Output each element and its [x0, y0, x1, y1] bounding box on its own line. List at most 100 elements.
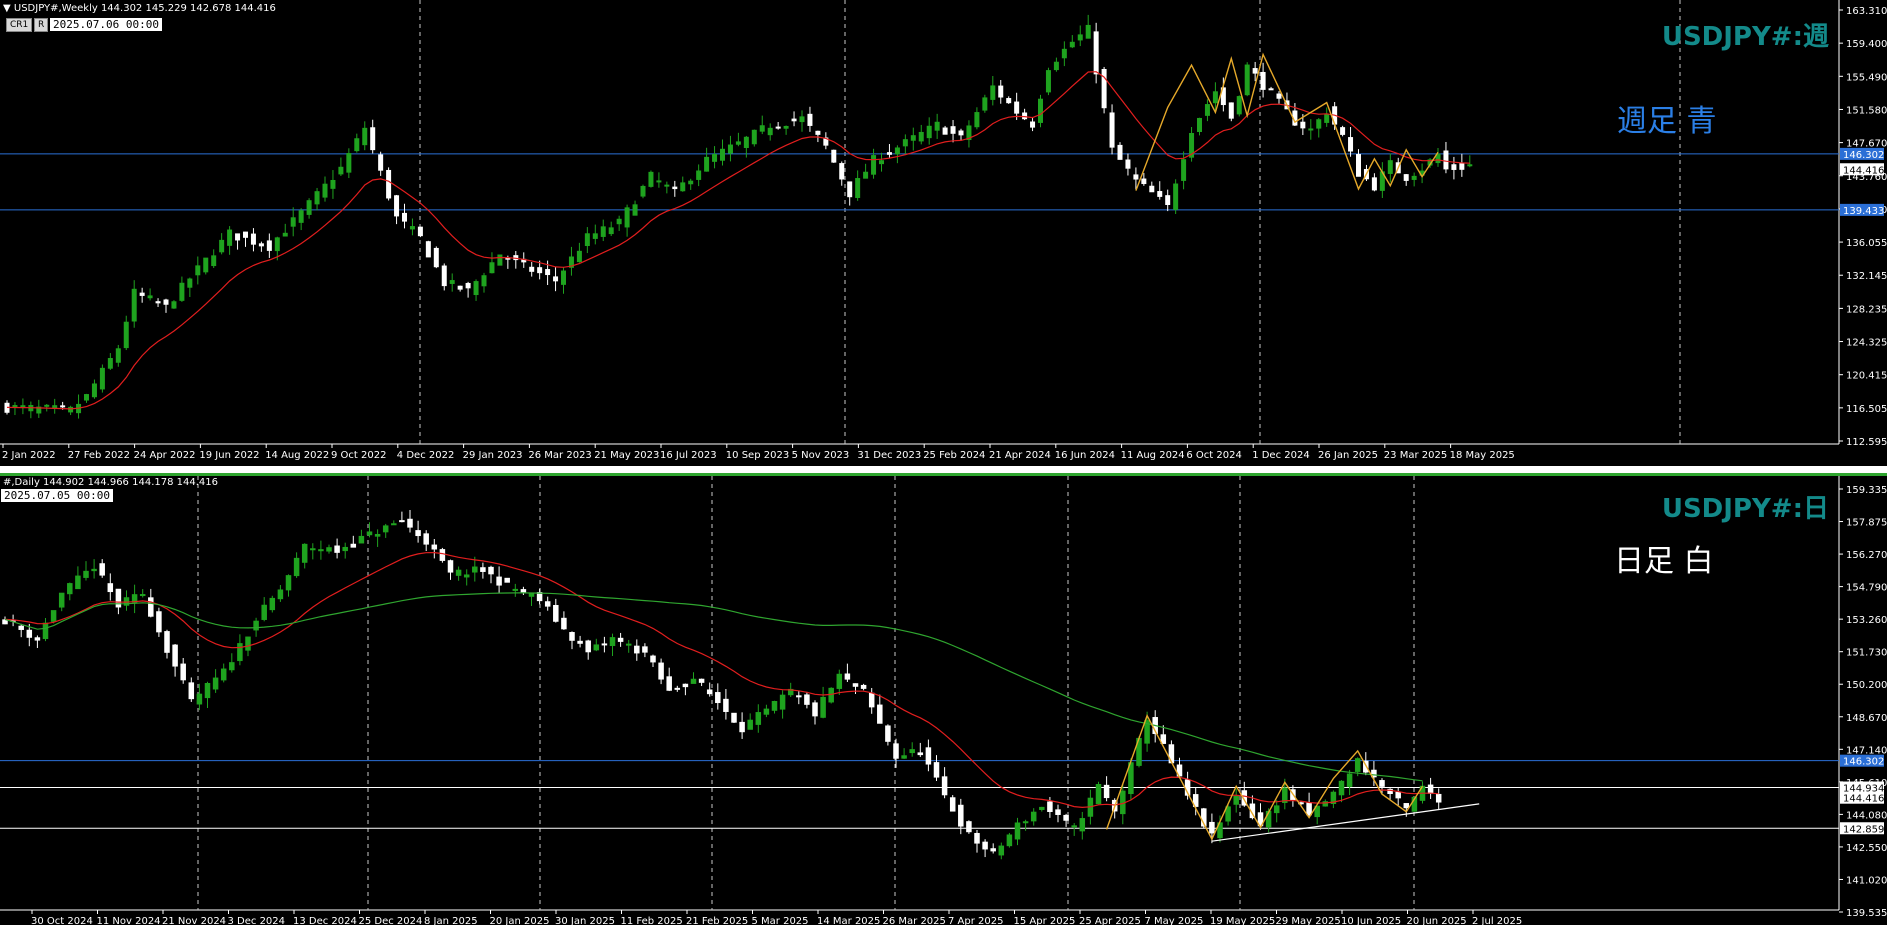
candle-body [779, 694, 786, 710]
x-tick-label: 11 Nov 2024 [97, 916, 161, 925]
candle-body [362, 127, 368, 146]
candle-body [1039, 806, 1045, 810]
candle-body [1030, 811, 1037, 822]
candle-body [1117, 144, 1123, 160]
candle-body [958, 804, 964, 827]
candle-body [1133, 174, 1139, 180]
candle-body [402, 212, 407, 222]
candle-body [584, 233, 590, 247]
candle-body [735, 141, 741, 145]
candle-body [617, 637, 624, 642]
candle-body [933, 762, 940, 778]
x-tick-label: 21 Nov 2024 [162, 916, 226, 925]
daily-chart-svg[interactable]: 159.335 157.875 156.270 154.790 153.260 151.7… [0, 476, 1887, 925]
candle-body [1103, 784, 1110, 799]
candle-body [196, 693, 203, 705]
x-tick-label: 26 Mar 2025 [883, 916, 946, 925]
candle-body [755, 712, 762, 725]
candle-body [139, 292, 145, 296]
candle-body [1197, 117, 1202, 133]
candle-body [909, 749, 915, 754]
candle-body [306, 200, 312, 215]
candle-body [496, 576, 502, 586]
candle-body [544, 601, 551, 607]
y-tick-label: 148.670 [1846, 713, 1887, 724]
weekly-chart-svg[interactable]: 163.310159.400155.490151.580147.670143.7… [0, 0, 1887, 466]
x-tick-label: 7 May 2025 [1145, 916, 1204, 925]
daily-title: USDJPY#:日 [1661, 494, 1829, 524]
candle-body [472, 566, 478, 573]
candle-body [26, 629, 33, 638]
weekly-date-box: 2025.07.06 00:00 [50, 18, 162, 31]
candle-body [839, 163, 845, 180]
candle-body [258, 243, 264, 247]
candle-body [163, 299, 169, 305]
x-tick-label: 10 Jun 2025 [1341, 916, 1401, 925]
y-tick-label: 132.145 [1846, 271, 1887, 282]
candle-body [715, 692, 721, 704]
candle-body [285, 575, 292, 591]
y-tick-label: 128.235 [1846, 304, 1887, 315]
candle-body [796, 695, 802, 698]
candle-body [245, 636, 251, 651]
candle-body [407, 518, 413, 528]
candle-body [1071, 825, 1077, 828]
candle-body [1236, 96, 1242, 115]
candle-body [1273, 805, 1280, 814]
x-tick-label: 11 Aug 2024 [1121, 450, 1185, 461]
candle-body [704, 156, 710, 172]
candle-body [1451, 164, 1457, 170]
candle-body [941, 776, 948, 796]
x-tick-label: 3 Dec 2024 [228, 916, 286, 925]
candle-body [346, 153, 352, 173]
candle-body [481, 275, 487, 287]
candle-body [642, 646, 648, 653]
candle-body [1055, 809, 1061, 815]
dropdown-triangle-icon[interactable]: ▼ [3, 3, 14, 14]
candle-body [696, 170, 702, 180]
x-tick-label: 29 Jan 2023 [463, 450, 523, 461]
candle-body [18, 625, 24, 630]
candle-body [998, 85, 1004, 98]
candle-body [917, 752, 924, 756]
candle-body [83, 570, 89, 578]
candle-body [504, 577, 510, 583]
candle-body [910, 135, 916, 141]
candle-body [759, 125, 765, 132]
r-button[interactable]: R [34, 18, 49, 32]
candle-body [370, 127, 376, 151]
candle-body [775, 126, 781, 129]
candle-body [42, 622, 49, 640]
candle-body [473, 281, 479, 296]
candle-body [180, 663, 186, 681]
x-tick-label: 16 Jul 2023 [660, 450, 717, 461]
candle-body [926, 125, 932, 139]
candle-body [480, 567, 486, 572]
candle-body [1300, 121, 1306, 129]
candle-body [1165, 195, 1171, 205]
candle-body [187, 278, 193, 288]
candle-body [982, 97, 988, 111]
cr1-button[interactable]: CR1 [6, 18, 33, 32]
candle-body [1063, 814, 1069, 821]
candle-body [253, 620, 259, 631]
candle-body [67, 583, 73, 595]
candle-body [1125, 159, 1131, 169]
candle-body [658, 662, 664, 680]
candle-body [601, 643, 608, 646]
candle-body [1006, 98, 1012, 104]
weekly-chart-panel[interactable]: 163.310 159.400 155.490 151.580 147.670 143.7… [0, 0, 1887, 466]
candle-body [298, 210, 304, 223]
candle-body [553, 605, 559, 622]
daily-chart-panel[interactable]: 159.335 157.875 156.270 154.790 153.260 151.7… [0, 473, 1887, 925]
candle-body [269, 597, 276, 611]
candle-body [1244, 64, 1250, 96]
candle-body [982, 841, 988, 850]
candle-body [164, 631, 170, 653]
panel-separator[interactable] [0, 466, 1887, 473]
candle-body [1085, 24, 1091, 39]
candle-body [934, 121, 940, 131]
candle-body [763, 708, 770, 715]
x-tick-label: 19 May 2025 [1210, 916, 1275, 925]
y-tick-label: 124.325 [1846, 338, 1887, 349]
